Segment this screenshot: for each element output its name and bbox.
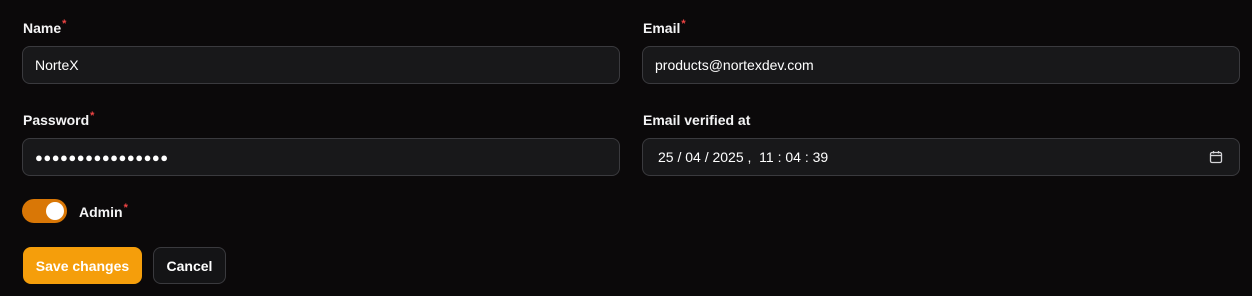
admin-label-text: Admin	[79, 204, 123, 220]
cancel-button[interactable]: Cancel	[153, 247, 226, 284]
name-input-value: NorteX	[35, 57, 79, 73]
name-label: Name*	[23, 18, 67, 36]
edit-user-form: Name* NorteX Email* products@nortexdev.c…	[0, 0, 1252, 296]
name-required-mark: *	[62, 18, 67, 30]
email-verified-at-value: 25 / 04 / 2025 , 11 : 04 : 39	[658, 149, 829, 165]
admin-required-mark: *	[123, 202, 128, 214]
password-label-text: Password	[23, 112, 90, 128]
email-input-value: products@nortexdev.com	[655, 57, 814, 73]
name-label-text: Name	[23, 20, 62, 36]
email-label-text: Email	[643, 20, 681, 36]
email-verified-at-label-text: Email verified at	[643, 112, 751, 128]
password-input-value: ●●●●●●●●●●●●●●●●	[35, 149, 169, 165]
name-input[interactable]: NorteX	[22, 46, 620, 84]
email-verified-at-input[interactable]: 25 / 04 / 2025 , 11 : 04 : 39	[642, 138, 1240, 176]
admin-toggle[interactable]	[22, 199, 67, 223]
admin-toggle-knob	[46, 202, 64, 220]
password-input[interactable]: ●●●●●●●●●●●●●●●●	[22, 138, 620, 176]
password-required-mark: *	[90, 110, 95, 122]
save-changes-button[interactable]: Save changes	[23, 247, 142, 284]
email-required-mark: *	[681, 18, 686, 30]
admin-label: Admin*	[79, 202, 128, 220]
email-verified-at-label: Email verified at	[643, 112, 750, 128]
save-changes-button-label: Save changes	[35, 257, 130, 274]
password-label: Password*	[23, 110, 95, 128]
email-input[interactable]: products@nortexdev.com	[642, 46, 1240, 84]
email-label: Email*	[643, 18, 686, 36]
calendar-icon[interactable]	[1209, 150, 1223, 164]
cancel-button-label: Cancel	[166, 257, 213, 274]
